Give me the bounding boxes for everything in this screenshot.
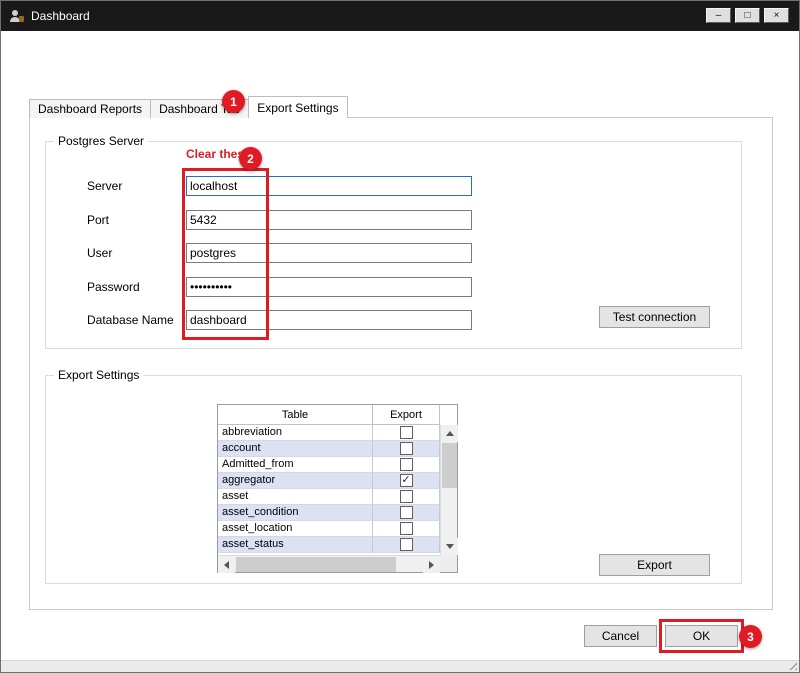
step-badge-1: 1: [222, 90, 245, 113]
postgres-server-group: Postgres Server Clear these 2 Server Por…: [45, 141, 742, 349]
postgres-group-title: Postgres Server: [54, 134, 148, 148]
export-checkbox[interactable]: [400, 490, 413, 503]
password-label: Password: [87, 280, 140, 294]
minimize-button[interactable]: –: [706, 8, 731, 23]
vertical-scroll-thumb[interactable]: [442, 443, 457, 488]
table-row[interactable]: asset_location: [218, 521, 440, 537]
export-checkbox[interactable]: [400, 522, 413, 535]
user-label: User: [87, 246, 112, 260]
port-input[interactable]: [186, 210, 472, 230]
close-button[interactable]: ×: [764, 8, 789, 23]
table-export-cell: [373, 441, 440, 457]
table-row[interactable]: asset_condition: [218, 505, 440, 521]
database-name-input[interactable]: [186, 310, 472, 330]
titlebar[interactable]: Dashboard – □ ×: [1, 1, 799, 31]
table-name-cell: account: [218, 441, 373, 457]
scroll-left-button[interactable]: [218, 556, 235, 573]
export-table-header: Table Export: [218, 405, 440, 425]
port-label: Port: [87, 213, 109, 227]
step-badge-3: 3: [739, 625, 762, 648]
table-column-header[interactable]: Table: [218, 405, 373, 425]
password-input[interactable]: [186, 277, 472, 297]
step-badge-2: 2: [239, 147, 262, 170]
table-row[interactable]: asset_status: [218, 537, 440, 553]
table-row[interactable]: aggregator ✓: [218, 473, 440, 489]
export-checkbox[interactable]: ✓: [400, 474, 413, 487]
export-checkbox[interactable]: [400, 458, 413, 471]
cancel-button[interactable]: Cancel: [584, 625, 657, 647]
table-row[interactable]: abbreviation: [218, 425, 440, 441]
table-export-cell: [373, 505, 440, 521]
export-button[interactable]: Export: [599, 554, 710, 576]
table-name-cell: asset_status: [218, 537, 373, 553]
table-name-cell: asset_location: [218, 521, 373, 537]
user-input[interactable]: [186, 243, 472, 263]
server-label: Server: [87, 179, 122, 193]
scroll-down-button[interactable]: [441, 538, 458, 555]
app-icon: [9, 8, 25, 24]
export-checkbox[interactable]: [400, 442, 413, 455]
tab-dashboard-reports[interactable]: Dashboard Reports: [29, 99, 151, 118]
table-row[interactable]: asset: [218, 489, 440, 505]
export-table-body: abbreviation account Admitted_from aggre…: [218, 425, 440, 555]
resize-grip-icon[interactable]: [786, 659, 797, 670]
maximize-button[interactable]: □: [735, 8, 760, 23]
scroll-right-button[interactable]: [423, 556, 440, 573]
table-name-cell: asset: [218, 489, 373, 505]
table-export-cell: [373, 537, 440, 553]
table-row[interactable]: Admitted_from: [218, 457, 440, 473]
arrow-right-icon: [429, 561, 434, 569]
horizontal-scroll-thumb[interactable]: [236, 557, 396, 572]
table-export-cell: ✓: [373, 473, 440, 489]
tab-export-settings[interactable]: Export Settings: [248, 96, 347, 118]
export-column-header[interactable]: Export: [373, 405, 440, 425]
export-table: Table Export abbreviation account Admitt…: [217, 404, 458, 573]
table-export-cell: [373, 521, 440, 537]
table-export-cell: [373, 425, 440, 441]
arrow-up-icon: [446, 431, 454, 436]
export-settings-group: Export Settings Table Export abbreviatio…: [45, 375, 742, 584]
export-checkbox[interactable]: [400, 538, 413, 551]
table-export-cell: [373, 457, 440, 473]
export-checkbox[interactable]: [400, 426, 413, 439]
ok-button[interactable]: OK: [665, 625, 738, 647]
table-name-cell: abbreviation: [218, 425, 373, 441]
export-group-title: Export Settings: [54, 368, 143, 382]
scrollbar-corner: [440, 555, 457, 572]
database-name-label: Database Name: [87, 313, 174, 327]
dashboard-window: Dashboard – □ × Dashboard Reports Dashbo…: [0, 0, 800, 673]
window-title: Dashboard: [31, 9, 90, 23]
window-bottom-frame: [1, 660, 799, 672]
table-name-cell: asset_condition: [218, 505, 373, 521]
horizontal-scrollbar[interactable]: [218, 555, 440, 572]
table-name-cell: aggregator: [218, 473, 373, 489]
table-export-cell: [373, 489, 440, 505]
tab-strip: Dashboard Reports Dashboard Tab Export S…: [29, 96, 347, 118]
window-controls: – □ ×: [706, 8, 789, 23]
table-row[interactable]: account: [218, 441, 440, 457]
arrow-left-icon: [224, 561, 229, 569]
arrow-down-icon: [446, 544, 454, 549]
scroll-up-button[interactable]: [441, 425, 458, 442]
test-connection-button[interactable]: Test connection: [599, 306, 710, 328]
table-name-cell: Admitted_from: [218, 457, 373, 473]
export-checkbox[interactable]: [400, 506, 413, 519]
server-input[interactable]: [186, 176, 472, 196]
vertical-scrollbar[interactable]: [440, 425, 457, 555]
